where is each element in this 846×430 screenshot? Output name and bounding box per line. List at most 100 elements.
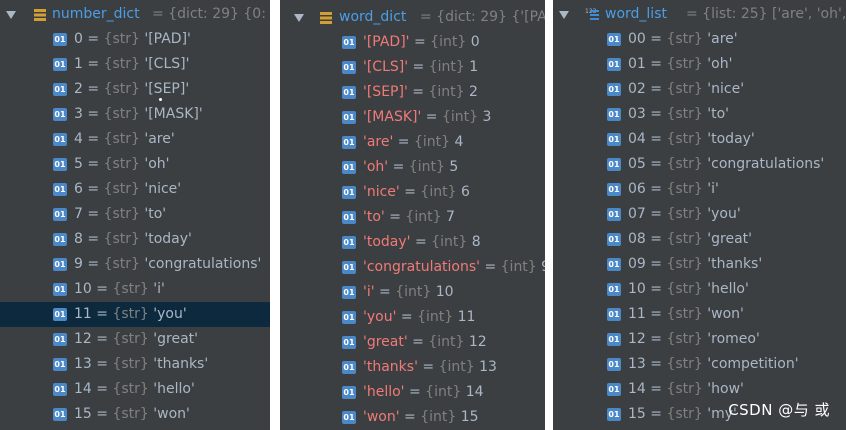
tree-row[interactable]: 01 12 = {str} 'romeo' bbox=[553, 327, 846, 352]
tree-row[interactable]: 01 3 = {str} '[MASK]' bbox=[0, 102, 270, 127]
tree-row[interactable]: 01 7 = {str} 'to' bbox=[0, 202, 270, 227]
primitive-type-icon: 01 bbox=[53, 258, 67, 271]
tree-row[interactable]: 01 '[SEP]' = {int} 2 bbox=[280, 80, 545, 105]
row-type: {int} bbox=[425, 384, 462, 400]
tree-row[interactable]: 01 'nice' = {int} 6 bbox=[280, 180, 545, 205]
watermark: CSDN @与 或 bbox=[728, 401, 830, 419]
tree-row[interactable]: 01 'thanks' = {int} 13 bbox=[280, 355, 545, 380]
tree-row[interactable]: 01 'won' = {int} 15 bbox=[280, 405, 545, 430]
tree-row[interactable]: 01 'to' = {int} 7 bbox=[280, 205, 545, 230]
tree-row[interactable]: 01 2 = {str} '[SEP]' bbox=[0, 77, 270, 102]
tree-row[interactable]: 01 13 = {str} 'competition' bbox=[553, 352, 846, 377]
tree-row[interactable]: 01 8 = {str} 'today' bbox=[0, 227, 270, 252]
primitive-type-icon: 01 bbox=[342, 311, 356, 324]
row-value: 'how' bbox=[707, 381, 744, 397]
tree-row[interactable]: 01 01 = {str} 'oh' bbox=[553, 52, 846, 77]
row-type: {str} bbox=[103, 81, 140, 97]
tree-row[interactable]: 01 '[CLS]' = {int} 1 bbox=[280, 55, 545, 80]
row-key: 4 bbox=[74, 131, 83, 147]
row-key: 05 bbox=[628, 156, 646, 172]
equals-sign: = bbox=[388, 159, 409, 175]
tree-row[interactable]: 01 9 = {str} 'congratulations' bbox=[0, 252, 270, 277]
row-key: 'thanks' bbox=[363, 359, 418, 375]
tree-row[interactable]: 01 12 = {str} 'great' bbox=[0, 327, 270, 352]
tree-row[interactable]: 01 0 = {str} '[PAD]' bbox=[0, 27, 270, 52]
tree-row[interactable]: 01 06 = {str} 'i' bbox=[553, 177, 846, 202]
equals-sign: = bbox=[645, 56, 667, 72]
tree-row[interactable]: 01 04 = {str} 'today' bbox=[553, 127, 846, 152]
tree-row[interactable]: 01 10 = {str} 'hello' bbox=[553, 277, 846, 302]
tree-row[interactable]: 01 14 = {str} 'hello' bbox=[0, 377, 270, 402]
dict-icon bbox=[34, 9, 46, 21]
tree-row[interactable]: 01 13 = {str} 'thanks' bbox=[0, 352, 270, 377]
row-key: 15 bbox=[74, 406, 92, 422]
collapse-arrow-icon[interactable] bbox=[6, 11, 16, 19]
tree-row[interactable]: 01 08 = {str} 'great' bbox=[553, 227, 846, 252]
primitive-type-icon: 01 bbox=[607, 133, 621, 146]
row-value: 'thanks' bbox=[707, 256, 763, 272]
collapse-arrow-icon[interactable] bbox=[559, 11, 569, 19]
row-value: 'are' bbox=[144, 131, 175, 147]
primitive-type-icon: 01 bbox=[342, 286, 356, 299]
word-dict-header[interactable]: word_dict = {dict: 29} {'[PAD bbox=[280, 5, 545, 30]
tree-row[interactable]: 01 15 = {str} 'won' bbox=[0, 402, 270, 427]
primitive-type-icon: 01 bbox=[342, 86, 356, 99]
tree-row[interactable]: 01 '[PAD]' = {int} 0 bbox=[280, 30, 545, 55]
tree-row[interactable]: 01 4 = {str} 'are' bbox=[0, 127, 270, 152]
row-type: {int} bbox=[442, 109, 479, 125]
equals-sign: = bbox=[645, 306, 667, 322]
tree-row[interactable]: 01 07 = {str} 'you' bbox=[553, 202, 846, 227]
primitive-type-icon: 01 bbox=[342, 186, 356, 199]
row-value: 'nice' bbox=[144, 181, 182, 197]
variable-meta: = {list: 25} ['are', 'oh', 'ni bbox=[686, 6, 846, 22]
row-type: {int} bbox=[431, 234, 468, 250]
row-value: '[SEP]' bbox=[144, 81, 190, 97]
row-key: 13 bbox=[628, 356, 646, 372]
tree-row[interactable]: 01 'hello' = {int} 14 bbox=[280, 380, 545, 405]
equals-sign: = bbox=[91, 381, 113, 397]
tree-row[interactable]: 01 6 = {str} 'nice' bbox=[0, 177, 270, 202]
equals-sign: = bbox=[82, 181, 104, 197]
tree-row[interactable]: 01 'great' = {int} 12 bbox=[280, 330, 545, 355]
row-key: 10 bbox=[74, 281, 92, 297]
tree-row[interactable]: 01 'i' = {int} 10 bbox=[280, 280, 545, 305]
tree-row[interactable]: 01 09 = {str} 'thanks' bbox=[553, 252, 846, 277]
primitive-type-icon: 01 bbox=[607, 183, 621, 196]
equals-sign: = bbox=[399, 409, 421, 425]
equals-sign: = bbox=[645, 331, 667, 347]
tree-row[interactable]: 01 'are' = {int} 4 bbox=[280, 130, 545, 155]
tree-row[interactable]: 01 02 = {str} 'nice' bbox=[553, 77, 846, 102]
primitive-type-icon: 01 bbox=[342, 261, 356, 274]
collapse-arrow-icon[interactable] bbox=[294, 14, 304, 22]
tree-row[interactable]: 01 5 = {str} 'oh' bbox=[0, 152, 270, 177]
tree-row[interactable]: 01 'oh' = {int} 5 bbox=[280, 155, 545, 180]
primitive-type-icon: 01 bbox=[607, 158, 621, 171]
variable-meta: = {dict: 29} {'[PAD bbox=[420, 9, 545, 25]
tree-row[interactable]: 01 '[MASK]' = {int} 3 bbox=[280, 105, 545, 130]
word-list-header[interactable]: 123 word_list = {list: 25} ['are', 'oh',… bbox=[553, 2, 846, 27]
tree-row[interactable]: 01 11 = {str} 'you' bbox=[0, 302, 270, 327]
tree-row[interactable]: 01 'congratulations' = {int} 9 bbox=[280, 255, 545, 280]
tree-row[interactable]: 01 10 = {str} 'i' bbox=[0, 277, 270, 302]
primitive-type-icon: 01 bbox=[342, 111, 356, 124]
row-value: 8 bbox=[471, 234, 481, 250]
tree-row[interactable]: 01 03 = {str} 'to' bbox=[553, 102, 846, 127]
tree-row[interactable]: 01 11 = {str} 'won' bbox=[553, 302, 846, 327]
tree-row[interactable]: 01 'you' = {int} 11 bbox=[280, 305, 545, 330]
primitive-type-icon: 01 bbox=[342, 211, 356, 224]
row-type: {str} bbox=[666, 281, 703, 297]
equals-sign: = bbox=[480, 259, 501, 275]
row-value: 0 bbox=[470, 34, 480, 50]
equals-sign: = bbox=[399, 184, 421, 200]
tree-row[interactable]: 01 1 = {str} '[CLS]' bbox=[0, 52, 270, 77]
row-key: 13 bbox=[74, 356, 92, 372]
number-dict-header[interactable]: number_dict = {dict: 29} {0: '[P bbox=[0, 2, 270, 27]
tree-row[interactable]: 01 00 = {str} 'are' bbox=[553, 27, 846, 52]
tree-row[interactable]: 01 05 = {str} 'congratulations' bbox=[553, 152, 846, 177]
row-value: 'great' bbox=[707, 231, 752, 247]
equals-sign: = bbox=[374, 284, 396, 300]
primitive-type-icon: 01 bbox=[53, 158, 67, 171]
tree-row[interactable]: 01 'today' = {int} 8 bbox=[280, 230, 545, 255]
row-value: 'nice' bbox=[707, 81, 745, 97]
equals-sign: = bbox=[393, 134, 414, 150]
